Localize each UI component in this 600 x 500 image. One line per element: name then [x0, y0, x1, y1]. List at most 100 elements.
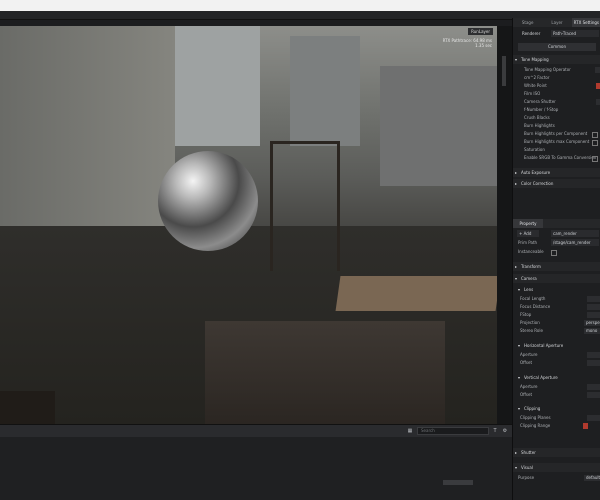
- setting-label: Stereo Role: [520, 328, 543, 333]
- instanceable-checkbox[interactable]: [551, 250, 557, 256]
- section-vertical-aperture[interactable]: ▾ Vertical Aperture: [513, 373, 600, 382]
- chevron-right-icon: ▸: [515, 450, 518, 455]
- prim-path-field[interactable]: /stage/cam_render: [551, 239, 599, 246]
- section-shutter[interactable]: ▸ Shutter: [513, 448, 600, 457]
- setting-value[interactable]: [587, 304, 600, 310]
- white-point-swatch[interactable]: [596, 83, 600, 89]
- section-color-correction[interactable]: ▸ Color Correction: [513, 179, 600, 188]
- gear-icon[interactable]: ⚙: [501, 427, 509, 435]
- setting-row: Focal Length: [513, 295, 600, 303]
- projection-select[interactable]: perspective: [584, 320, 600, 326]
- stereo-role-select[interactable]: mono: [584, 328, 600, 334]
- chevron-right-icon: ▸: [515, 181, 518, 186]
- scene-building: [290, 36, 360, 146]
- setting-label: Offset: [520, 392, 533, 397]
- setting-row: Aperture: [513, 351, 600, 359]
- setting-row: Saturation: [513, 146, 600, 154]
- viewport-badge[interactable]: RunLayer: [468, 28, 493, 35]
- console-toolbar: ▦ Search T ⚙: [0, 424, 512, 437]
- section-tone-mapping[interactable]: ▾ Tone Mapping: [513, 55, 600, 64]
- chevron-down-icon: ▾: [518, 375, 521, 380]
- chevron-down-icon: ▾: [518, 287, 521, 292]
- setting-row: Burn Highlights per Component: [513, 130, 600, 138]
- chrome-sphere: [158, 151, 258, 251]
- chevron-right-icon: ▸: [515, 264, 518, 269]
- setting-label: f-Number / f-Stop: [524, 107, 559, 112]
- section-visual[interactable]: ▾ Visual: [513, 463, 600, 472]
- text-icon[interactable]: T: [491, 427, 499, 435]
- section-title: Tone Mapping: [521, 57, 549, 62]
- console-search-input[interactable]: Search: [417, 427, 489, 435]
- console-area: ▦ Search T ⚙: [0, 424, 512, 500]
- prim-name-field[interactable]: cam_render: [551, 230, 599, 237]
- setting-row: Clipping Range: [513, 422, 600, 430]
- setting-value[interactable]: [587, 384, 600, 390]
- scrollbar-thumb[interactable]: [502, 56, 506, 86]
- purpose-row: Purpose default: [513, 474, 600, 482]
- filter-icon[interactable]: ▦: [406, 427, 414, 435]
- setting-row: White Point: [513, 82, 600, 90]
- section-title: Transform: [521, 264, 541, 269]
- renderer-select[interactable]: Path-Traced: [551, 30, 599, 37]
- setting-value[interactable]: [587, 392, 600, 398]
- setting-label: cm^2 Factor: [524, 75, 550, 80]
- os-title-bar: [0, 0, 600, 11]
- section-title: Lens: [524, 287, 534, 292]
- setting-label: Aperture: [520, 352, 538, 357]
- setting-value[interactable]: [587, 352, 600, 358]
- section-camera[interactable]: ▾ Camera: [513, 274, 600, 283]
- section-title: Clipping: [524, 406, 541, 411]
- dark-block: [0, 391, 55, 424]
- time-readout: 1.35 sec: [475, 43, 492, 48]
- purpose-select[interactable]: default: [584, 475, 600, 481]
- setting-value[interactable]: [595, 67, 600, 73]
- setting-value[interactable]: [587, 415, 600, 421]
- menu-strip: [0, 11, 600, 20]
- tab-layer[interactable]: Layer: [542, 18, 571, 27]
- setting-label: Enable SRGB To Gamma Conversion: [524, 155, 597, 160]
- setting-row: Clipping Planes: [513, 414, 600, 422]
- section-auto-exposure[interactable]: ▸ Auto Exposure: [513, 168, 600, 177]
- setting-value[interactable]: [587, 296, 600, 302]
- clipping-range-swatch[interactable]: [583, 423, 588, 429]
- setting-row: Camera Shutter: [513, 98, 600, 106]
- setting-label: Clipping Planes: [520, 415, 551, 420]
- setting-row: Focus Distance: [513, 303, 600, 311]
- section-title: Camera: [521, 276, 537, 281]
- viewport-stats: RTX Pathtrace: 64.98 ms 1.35 sec: [443, 38, 492, 48]
- setting-label: Burn Highlights max Component: [524, 139, 590, 144]
- section-transform[interactable]: ▸ Transform: [513, 262, 600, 271]
- setting-value[interactable]: [596, 99, 600, 105]
- renderer-label: Renderer: [522, 31, 541, 36]
- setting-row: Projection perspective: [513, 319, 600, 327]
- chevron-right-icon: ▸: [515, 170, 518, 175]
- setting-label: Aperture: [520, 384, 538, 389]
- viewport-scrollbar[interactable]: [497, 26, 512, 424]
- setting-row: Burn Highlights max Component: [513, 138, 600, 146]
- instanceable-label: Instanceable: [518, 249, 544, 254]
- tab-stage[interactable]: Stage: [513, 18, 542, 27]
- section-lens[interactable]: ▾ Lens: [513, 285, 600, 294]
- settings-panel: Stage Layer RTX Settings Renderer Path-T…: [512, 18, 600, 500]
- panel-tabs: Stage Layer RTX Settings: [513, 18, 600, 27]
- add-button[interactable]: + Add: [517, 230, 539, 237]
- setting-value[interactable]: [587, 360, 600, 366]
- section-horizontal-aperture[interactable]: ▾ Horizontal Aperture: [513, 341, 600, 350]
- checkbox[interactable]: [592, 156, 598, 162]
- common-button[interactable]: Common: [518, 43, 596, 51]
- setting-row: f-Number / f-Stop: [513, 106, 600, 114]
- section-title: Shutter: [521, 450, 536, 455]
- scene-wall: [0, 26, 175, 226]
- setting-value[interactable]: [587, 312, 600, 318]
- section-clipping[interactable]: ▾ Clipping: [513, 404, 600, 413]
- chevron-down-icon: ▾: [515, 465, 518, 470]
- instanceable-row: Instanceable: [513, 248, 600, 256]
- setting-row: cm^2 Factor: [513, 74, 600, 82]
- render-viewport[interactable]: RunLayer RTX Pathtrace: 64.98 ms 1.35 se…: [0, 26, 497, 424]
- setting-row: Offset: [513, 391, 600, 399]
- tab-property[interactable]: Property: [513, 219, 543, 228]
- wooden-tag: [335, 276, 497, 311]
- zoom-slider[interactable]: [443, 480, 473, 485]
- tab-rtx-settings[interactable]: RTX Settings: [571, 18, 600, 27]
- setting-label: Clipping Range: [520, 423, 551, 428]
